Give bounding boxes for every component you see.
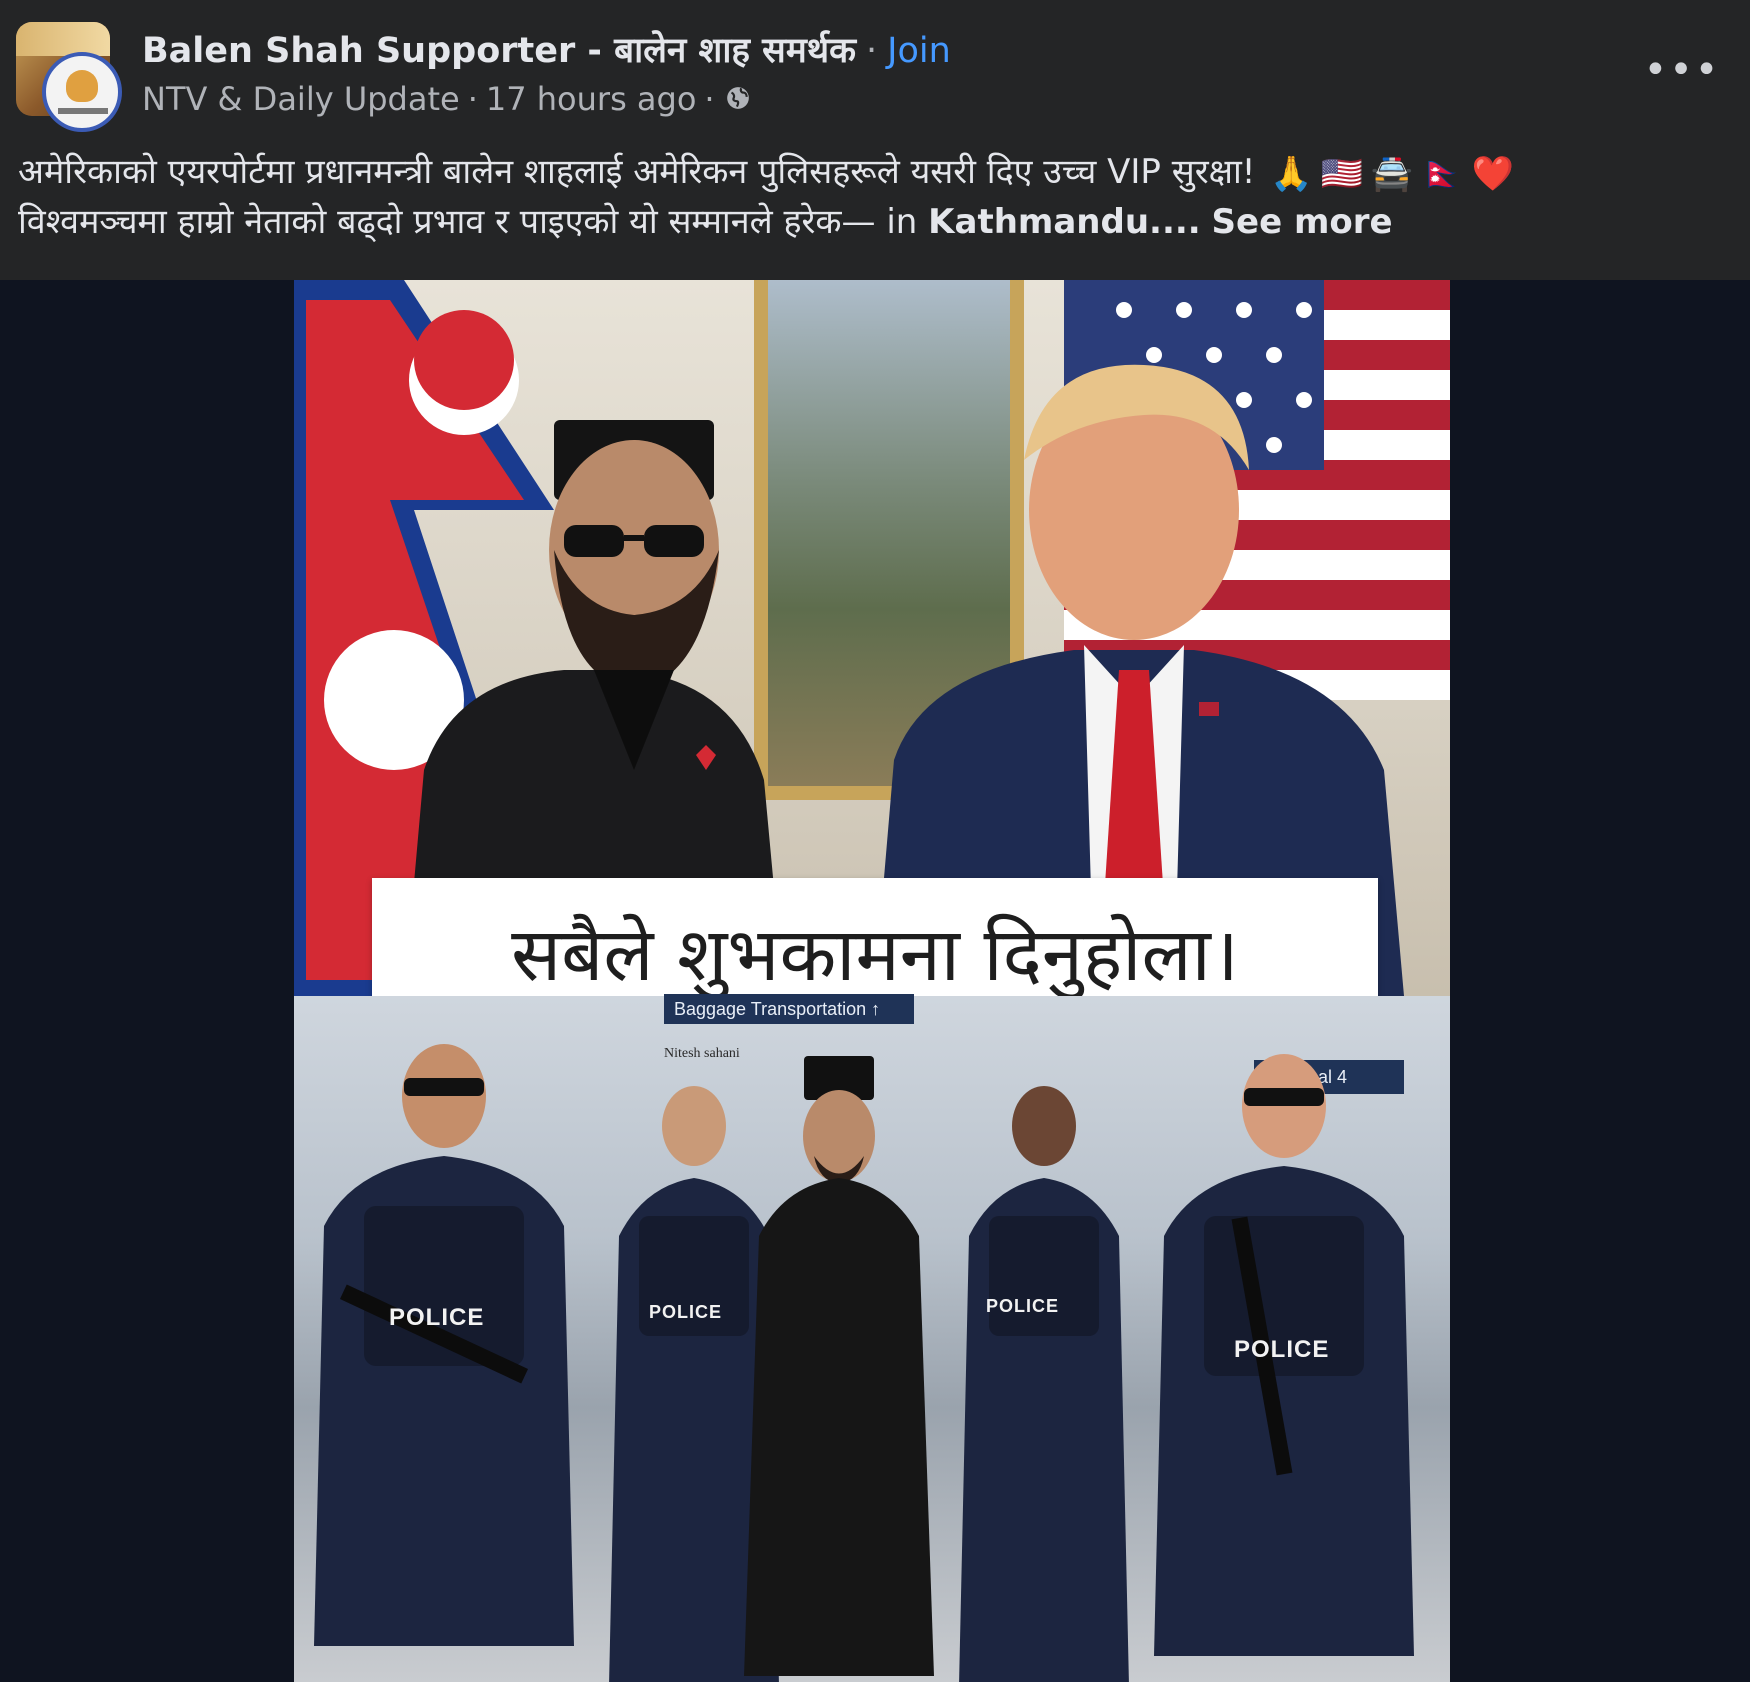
watermark: Nitesh sahani — [664, 1046, 740, 1061]
post-meta: NTV & Daily Update · 17 hours ago · — [142, 80, 751, 124]
police-label-left: POLICE — [389, 1304, 485, 1331]
police-car-emoji: 🚔 — [1370, 153, 1414, 194]
caption-line-1: अमेरिकाको एयरपोर्टमा प्रधानमन्त्री बालेन… — [18, 152, 1256, 192]
separator: · — [467, 80, 478, 118]
police-label-center-right: POLICE — [986, 1296, 1060, 1316]
banner-text: सबैले शुभकामना दिनुहोला। — [511, 911, 1239, 998]
post-caption: अमेरिकाको एयरपोर्टमा प्रधानमन्त्री बालेन… — [18, 148, 1718, 246]
baggage-sign: Baggage Transportation ↑ — [664, 994, 914, 1024]
logo-icon — [66, 70, 98, 102]
group-name-line: Balen Shah Supporter - बालेन शाह समर्थक ·… — [142, 26, 951, 74]
nepal-flag-emoji: 🇳🇵 — [1421, 153, 1464, 194]
see-more-button[interactable]: See more — [1212, 202, 1393, 242]
walking-man-figure — [744, 1056, 934, 1676]
police-label-right: POLICE — [1234, 1336, 1330, 1363]
page-profile-avatar[interactable] — [42, 52, 122, 132]
caption-line-2: विश्वमञ्चमा हाम्रो नेताको बढ्दो प्रभाव र… — [18, 201, 918, 242]
join-button[interactable]: Join — [887, 31, 951, 71]
separator: · — [866, 31, 878, 71]
officer-center-right-figure — [959, 1086, 1129, 1682]
post-header: Balen Shah Supporter - बालेन शाह समर्थक ·… — [0, 0, 1750, 280]
airport-scene: Nitesh sahani Baggage Transportation ↑ T… — [294, 994, 1450, 1682]
location-link[interactable]: Kathmandu — [928, 202, 1149, 242]
police-label-center-left: POLICE — [649, 1302, 723, 1322]
separator: · — [704, 80, 715, 118]
folded-hands-emoji: 🙏 — [1270, 153, 1313, 194]
timestamp-link[interactable]: 17 hours ago — [486, 80, 697, 118]
globe-icon — [726, 87, 749, 109]
post-image[interactable]: सबैले शुभकामना दिनुहोला। Nitesh sahani B… — [294, 280, 1450, 1682]
ellipsis: .... — [1149, 201, 1201, 242]
baggage-sign-label: Baggage Transportation ↑ — [674, 998, 881, 1019]
author-link[interactable]: NTV & Daily Update — [142, 80, 460, 118]
us-flag-emoji: 🇺🇸 — [1320, 153, 1363, 194]
avatar-banner — [16, 22, 110, 56]
officer-left-figure — [314, 1044, 574, 1646]
group-name-link[interactable]: Balen Shah Supporter - बालेन शाह समर्थक — [142, 31, 856, 71]
red-heart-emoji: ❤️ — [1471, 153, 1514, 194]
more-options-button[interactable]: ••• — [1644, 47, 1719, 93]
post-media[interactable]: सबैले शुभकामना दिनुहोला। Nitesh sahani B… — [0, 280, 1750, 1682]
